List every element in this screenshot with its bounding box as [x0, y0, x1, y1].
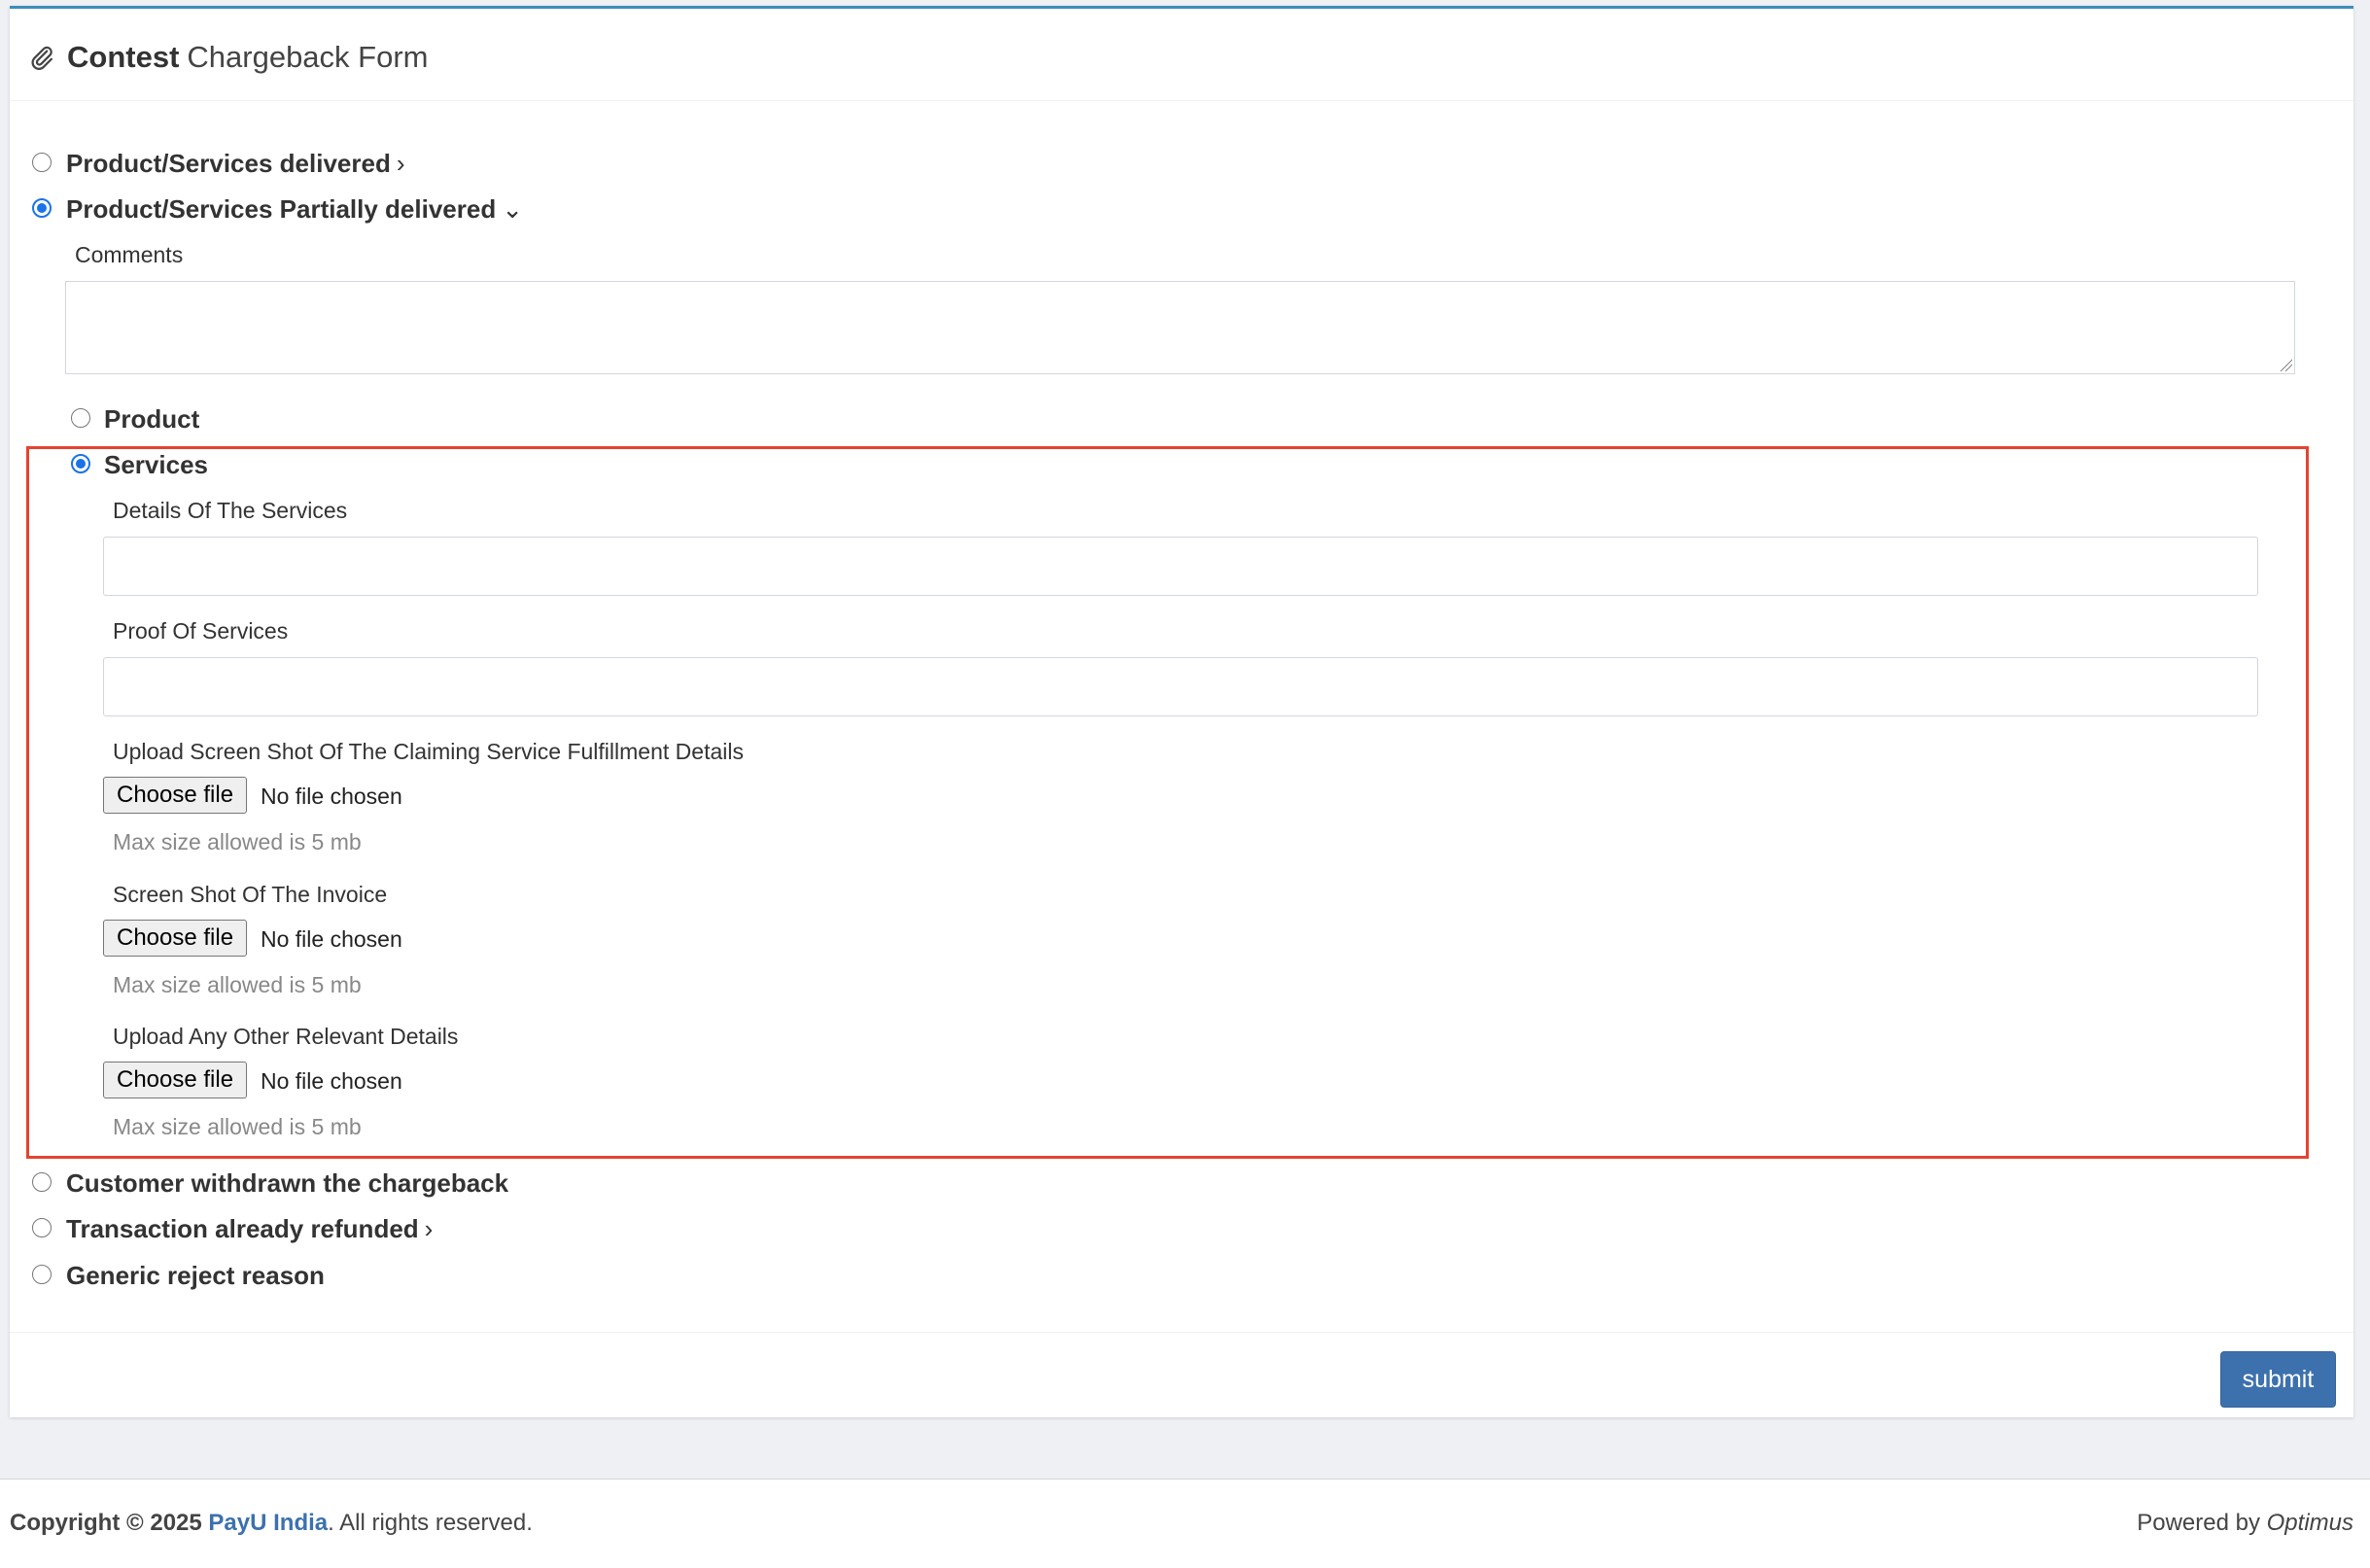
chargeback-form-card: Contest Chargeback Form Product/Services… [10, 6, 2353, 1417]
sub-option-label-product[interactable]: Product [104, 404, 199, 435]
radio-services[interactable] [71, 454, 90, 473]
page-footer: Copyright © 2025 PayU India. All rights … [0, 1479, 2370, 1568]
chevron-right-icon: › [396, 149, 405, 178]
proof-of-services-label: Proof Of Services [113, 618, 289, 644]
upload-fulfillment-label: Upload Screen Shot Of The Claiming Servi… [113, 739, 744, 764]
choose-file-button-other[interactable]: Choose file [103, 1062, 248, 1098]
sub-option-label-services[interactable]: Services [104, 450, 208, 480]
title-bold: Contest [67, 40, 180, 74]
powered-by-text: Powered by Optimus [2137, 1510, 2353, 1537]
chevron-down-icon: ⌄ [502, 194, 524, 224]
help-text-other: Max size allowed is 5 mb [113, 1114, 362, 1139]
option-text: Product/Services Partially delivered [66, 194, 497, 224]
card-header: Contest Chargeback Form [10, 9, 2353, 101]
invoice-screenshot-label: Screen Shot Of The Invoice [113, 882, 388, 907]
other-details-label: Upload Any Other Relevant Details [113, 1024, 459, 1049]
details-of-services-label: Details Of The Services [113, 498, 348, 523]
option-label-transaction-refunded[interactable]: Transaction already refunded › [66, 1214, 433, 1244]
option-label-delivered[interactable]: Product/Services delivered › [66, 149, 405, 179]
card-footer: submit [10, 1332, 2353, 1420]
radio-generic-reject[interactable] [32, 1265, 52, 1284]
title-rest: Chargeback Form [187, 40, 429, 74]
copyright-prefix: Copyright © 2025 [10, 1510, 202, 1536]
comments-textarea[interactable] [65, 281, 2295, 374]
submit-button[interactable]: submit [2220, 1351, 2336, 1408]
copyright-text: Copyright © 2025 PayU India. All rights … [10, 1510, 533, 1537]
page: Contest Chargeback Form Product/Services… [0, 0, 2370, 1568]
radio-product-services-delivered[interactable] [32, 153, 52, 172]
radio-product-services-partially-delivered[interactable] [32, 198, 52, 218]
comments-label: Comments [75, 242, 184, 267]
option-label-generic-reject[interactable]: Generic reject reason [66, 1261, 325, 1291]
help-text-invoice: Max size allowed is 5 mb [113, 972, 362, 997]
option-label-partially-delivered[interactable]: Product/Services Partially delivered ⌄ [66, 194, 523, 225]
choose-file-button-invoice[interactable]: Choose file [103, 920, 248, 957]
resize-handle-icon[interactable] [2279, 358, 2292, 371]
option-label-customer-withdrawn[interactable]: Customer withdrawn the chargeback [66, 1168, 508, 1199]
help-text-fulfillment: Max size allowed is 5 mb [113, 829, 362, 854]
proof-of-services-input[interactable] [103, 657, 2258, 716]
file-status-other: No file chosen [261, 1068, 402, 1094]
details-of-services-input[interactable] [103, 537, 2258, 596]
option-text: Product/Services delivered [66, 149, 391, 178]
copyright-suffix: . All rights reserved. [328, 1510, 533, 1536]
paperclip-icon [31, 46, 53, 70]
file-status-fulfillment: No file chosen [261, 784, 402, 809]
radio-transaction-refunded[interactable] [32, 1218, 52, 1237]
option-text: Transaction already refunded [66, 1214, 419, 1243]
page-title: Contest Chargeback Form [28, 40, 428, 75]
radio-product[interactable] [71, 408, 90, 428]
powered-name: Optimus [2266, 1510, 2353, 1536]
choose-file-button-fulfillment[interactable]: Choose file [103, 777, 248, 814]
powered-prefix: Powered by [2137, 1510, 2260, 1536]
brand-link[interactable]: PayU India [208, 1510, 328, 1536]
radio-customer-withdrawn[interactable] [32, 1172, 52, 1192]
chevron-right-icon: › [424, 1214, 434, 1243]
file-status-invoice: No file chosen [261, 926, 402, 952]
